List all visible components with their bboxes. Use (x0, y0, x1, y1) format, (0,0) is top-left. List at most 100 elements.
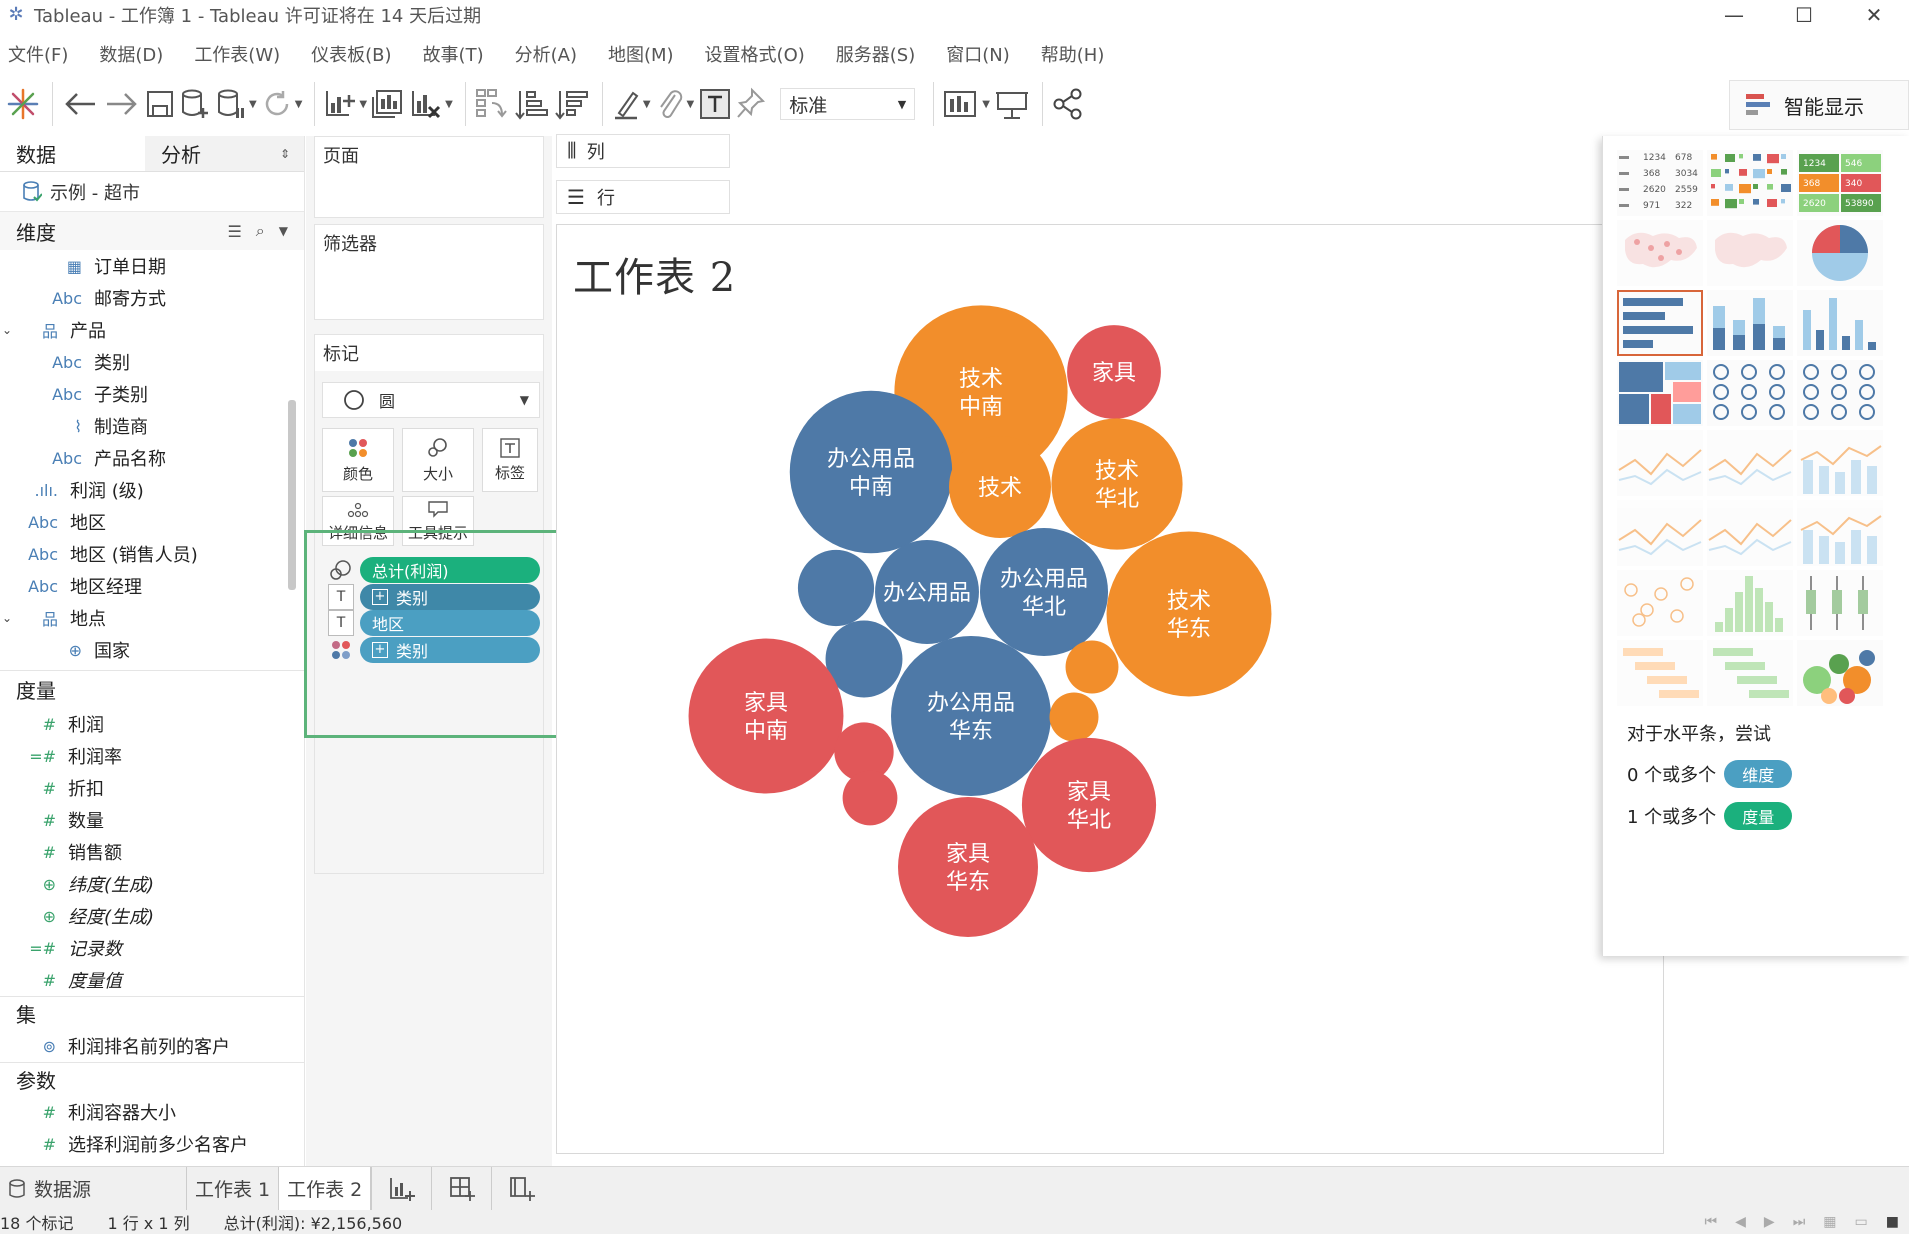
menu-item-8[interactable]: 服务器(S) (836, 41, 915, 67)
menu-item-10[interactable]: 帮助(H) (1041, 41, 1105, 67)
chart-type-dualline-icon[interactable] (1707, 430, 1793, 496)
chart-type-dualcombo-icon[interactable] (1797, 430, 1883, 496)
measure-field[interactable]: =# 记录数 (0, 932, 304, 964)
sort-ascending-icon[interactable] (514, 81, 550, 127)
mark-type-dropdown[interactable]: 圆 ▼ (322, 382, 540, 418)
chart-type-histogram-icon[interactable] (1707, 570, 1793, 636)
menu-item-0[interactable]: 文件(F) (8, 41, 68, 67)
dimension-field[interactable]: Abc 地区 (0, 506, 304, 538)
chart-type-gantt-icon[interactable] (1617, 640, 1703, 706)
chart-type-treemap-icon[interactable] (1617, 360, 1703, 426)
bubble-mark[interactable] (797, 549, 875, 627)
view-list-icon[interactable]: ☰ (227, 222, 241, 241)
bubble-mark[interactable] (1051, 418, 1183, 550)
chart-type-scatter-icon[interactable] (1617, 570, 1703, 636)
chart-type-symbolmap-icon[interactable] (1617, 220, 1703, 286)
dimension-field[interactable]: ⌄ 品产品 (0, 314, 304, 346)
share-icon[interactable] (1051, 81, 1085, 127)
pause-updates-icon[interactable]: ▼ (215, 81, 257, 127)
chart-type-areadisc-icon[interactable] (1707, 500, 1793, 566)
menu-item-2[interactable]: 工作表(W) (194, 41, 280, 67)
dimension-field[interactable]: Abc 子类别 (0, 378, 304, 410)
bubble-mark[interactable] (842, 770, 898, 826)
columns-drop-area[interactable] (730, 134, 1600, 168)
chart-type-stackbar-icon[interactable] (1707, 290, 1793, 356)
save-icon[interactable] (145, 81, 175, 127)
set-item[interactable]: ⊚ 利润排名前列的客户 (0, 1030, 304, 1062)
dimension-field[interactable]: ▦ 订单日期 (0, 250, 304, 282)
menu-item-3[interactable]: 仪表板(B) (311, 41, 391, 67)
chart-type-heat-icon[interactable] (1707, 150, 1793, 216)
chart-type-packed-icon[interactable] (1797, 640, 1883, 706)
undo-icon[interactable] (61, 81, 99, 127)
chart-type-sidebar-icon[interactable] (1797, 290, 1883, 356)
tab-sheet1[interactable]: 工作表 1 (186, 1166, 278, 1211)
dimension-field[interactable]: .ılı. 利润 (级) (0, 474, 304, 506)
dimension-field[interactable]: Abc 邮寄方式 (0, 282, 304, 314)
sheet-sorter-icon[interactable]: ▦ (1823, 1214, 1836, 1230)
param-item[interactable]: # 利润容器大小 (0, 1096, 304, 1128)
filters-card[interactable]: 筛选器 (314, 224, 544, 320)
prev-sheet-icon[interactable]: ◀ (1735, 1214, 1746, 1230)
expand-caret-icon[interactable]: ⌄ (2, 323, 16, 337)
duplicate-sheet-icon[interactable] (371, 81, 405, 127)
chart-type-filledmap-icon[interactable] (1707, 220, 1793, 286)
next-sheet-icon[interactable]: ▶ (1764, 1214, 1775, 1230)
first-sheet-icon[interactable]: ⏮ (1705, 1214, 1718, 1230)
refresh-icon[interactable]: ▼ (261, 81, 302, 127)
chart-type-text-icon[interactable]: 1234 678 368 3034 2620 2559 971 322 (1617, 150, 1703, 216)
tab-analysis[interactable]: 分析 ⇕ (145, 136, 304, 171)
minimize-button[interactable]: — (1699, 0, 1769, 30)
filmstrip-icon[interactable]: ▭ (1855, 1214, 1868, 1230)
menu-item-9[interactable]: 窗口(N) (946, 41, 1010, 67)
bubble-mark[interactable] (891, 636, 1051, 796)
measure-field[interactable]: # 数量 (0, 804, 304, 836)
search-icon[interactable]: ⌕ (256, 221, 265, 241)
measure-field[interactable]: # 折扣 (0, 772, 304, 804)
sort-descending-icon[interactable] (554, 81, 590, 127)
tableau-home-icon[interactable] (6, 81, 40, 127)
chart-type-circles-icon[interactable] (1707, 360, 1793, 426)
pages-card[interactable]: 页面 (314, 136, 544, 218)
close-button[interactable]: ✕ (1839, 0, 1909, 30)
dimension-field[interactable]: Abc 地区 (销售人员) (0, 538, 304, 570)
bubble-mark[interactable] (898, 797, 1038, 937)
swap-rows-columns-icon[interactable] (474, 81, 510, 127)
new-worksheet-tab-icon[interactable] (371, 1166, 431, 1211)
bubble-chart[interactable]: 技术中南家具办公用品中南 技术技术华北办公用品办公用品华北 技术华东家具中南办公用品… (557, 225, 1665, 1155)
new-worksheet-icon[interactable]: ▼ (323, 81, 367, 127)
bubble-mark[interactable] (1106, 531, 1272, 697)
tabs-view-icon[interactable]: ■ (1886, 1214, 1899, 1230)
redo-icon[interactable] (103, 81, 141, 127)
measure-field[interactable]: ⊕ 经度(生成) (0, 900, 304, 932)
fix-axes-pin-icon[interactable] (736, 81, 766, 127)
bubble-mark[interactable] (1021, 737, 1157, 873)
chart-type-bullet-icon[interactable] (1707, 640, 1793, 706)
show-cards-icon[interactable]: ▼ (942, 81, 990, 127)
chart-type-pie-icon[interactable] (1797, 220, 1883, 286)
dimension-field[interactable]: Abc 地区经理 (0, 570, 304, 602)
label-button[interactable]: 标签 (482, 428, 538, 492)
show-me-button[interactable]: 智能显示 (1729, 80, 1909, 130)
maximize-button[interactable]: ☐ (1769, 0, 1839, 30)
bubble-mark[interactable] (979, 527, 1109, 657)
chart-type-area-icon[interactable] (1617, 500, 1703, 566)
measure-field[interactable]: # 销售额 (0, 836, 304, 868)
bubble-mark[interactable] (1049, 692, 1099, 742)
last-sheet-icon[interactable]: ⏭ (1793, 1214, 1806, 1230)
rows-shelf[interactable]: ☰ 行 (556, 180, 730, 214)
measure-field[interactable]: # 利润 (0, 708, 304, 740)
tab-sheet2[interactable]: 工作表 2 (278, 1166, 372, 1211)
scrollbar[interactable] (288, 400, 296, 590)
tab-datasource[interactable]: 数据源 (0, 1167, 186, 1211)
chart-type-boxplot-icon[interactable] (1797, 570, 1883, 636)
menu-item-1[interactable]: 数据(D) (99, 41, 163, 67)
menu-item-6[interactable]: 地图(M) (608, 41, 674, 67)
color-button[interactable]: 颜色 (322, 428, 394, 492)
menu-item-4[interactable]: 故事(T) (423, 41, 484, 67)
size-button[interactable]: 大小 (402, 428, 474, 492)
new-datasource-icon[interactable] (179, 81, 211, 127)
columns-shelf[interactable]: ⦀ 列 (556, 134, 730, 168)
chart-type-dualcombo2-icon[interactable] (1797, 500, 1883, 566)
dimension-field[interactable]: Abc 类别 (0, 346, 304, 378)
